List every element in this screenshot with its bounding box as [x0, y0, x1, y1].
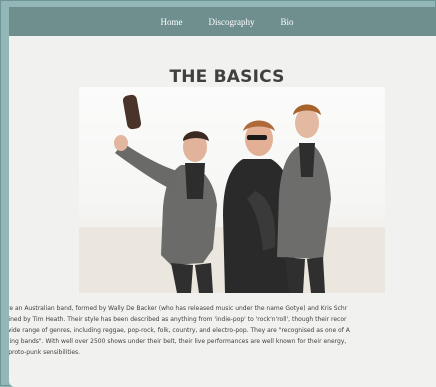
bio-paragraph: cs are an Australian band, formed by Wal…	[9, 303, 436, 358]
nav-link-discography[interactable]: Discography	[208, 17, 254, 27]
nav-link-bio[interactable]: Bio	[280, 17, 293, 27]
main-content: THE BASICS cs are an Australian band, fo…	[9, 36, 436, 387]
nav-link-home[interactable]: Home	[160, 17, 182, 27]
bio-line: er joined by Tim Heath. Their style has …	[9, 316, 347, 323]
bio-line: working bands". With well over 2500 show…	[9, 338, 347, 345]
page-background: Home Discography Bio THE BASICS cs are a…	[0, 0, 436, 387]
bio-line: n a wide range of genres, including regg…	[9, 327, 350, 334]
band-photo	[79, 87, 385, 293]
bio-line: cs are an Australian band, formed by Wal…	[9, 305, 348, 312]
top-nav: Home Discography Bio	[9, 7, 436, 36]
bio-line: and proto-punk sensibilities.	[9, 349, 81, 356]
